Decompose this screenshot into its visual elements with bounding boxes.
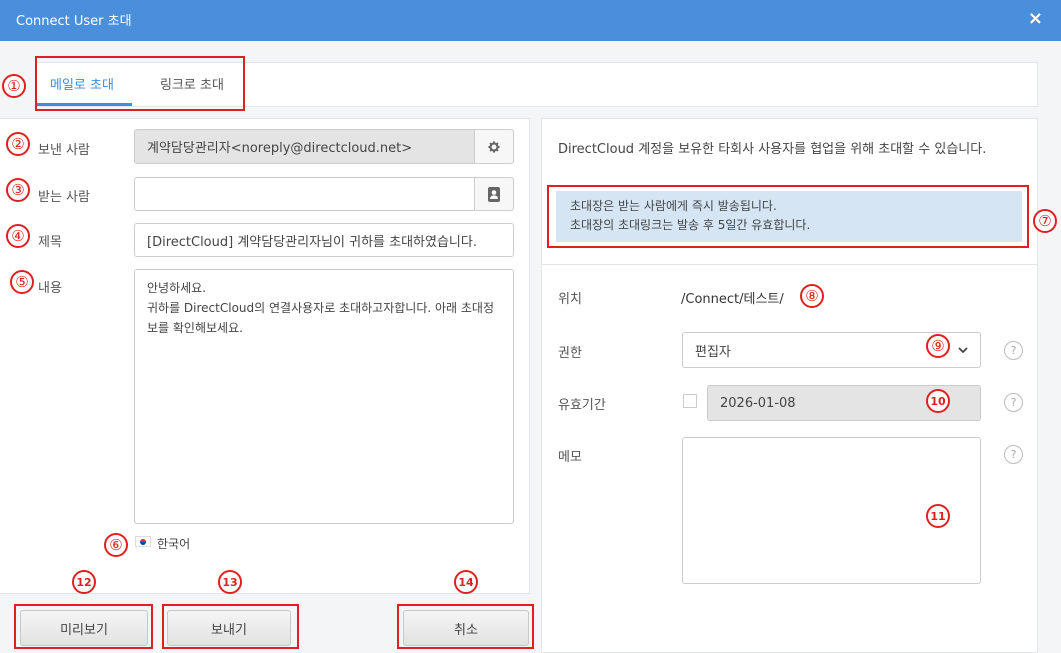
active-tab-indicator [36, 103, 132, 106]
tab-link-invite[interactable]: 링크로 초대 [160, 74, 224, 93]
notice-line-2: 초대장의 초대링크는 발송 후 5일간 유효합니다. [570, 218, 811, 232]
marker-14: 14 [454, 570, 478, 594]
expiry-checkbox[interactable] [683, 394, 697, 408]
dialog-titlebar: Connect User 초대 × [0, 0, 1061, 41]
invite-description: DirectCloud 계정을 보유한 타회사 사용자를 협업을 위해 초대할 … [558, 142, 987, 157]
recipient-input[interactable] [134, 177, 475, 211]
body-textarea[interactable]: 안녕하세요. 귀하를 DirectCloud의 연결사용자로 초대하고자합니다.… [134, 269, 514, 524]
contact-book-icon [488, 186, 500, 202]
marker-8: ⑧ [800, 284, 824, 308]
expiry-help-icon[interactable]: ? [1004, 393, 1023, 412]
sender-label: 보낸 사람 [38, 143, 90, 158]
marker-5: ⑤ [10, 270, 34, 294]
marker-6: ⑥ [104, 533, 128, 557]
tab-mail-invite[interactable]: 메일로 초대 [50, 74, 114, 93]
marker-10: 10 [926, 389, 950, 413]
permission-value: 편집자 [695, 344, 731, 360]
subject-label: 제목 [38, 235, 62, 250]
notice-line-1: 초대장은 받는 사람에게 즉시 발송됩니다. [570, 199, 777, 213]
close-icon[interactable]: × [1028, 8, 1043, 29]
invite-notice: 초대장은 받는 사람에게 즉시 발송됩니다. 초대장의 초대링크는 발송 후 5… [556, 191, 1022, 242]
korea-flag-icon [135, 536, 151, 547]
marker-1: ① [2, 74, 26, 98]
body-label: 내용 [38, 281, 62, 296]
gear-icon [488, 140, 500, 153]
preview-button[interactable]: 미리보기 [20, 610, 148, 646]
marker-7: ⑦ [1033, 209, 1057, 233]
address-book-button[interactable] [474, 177, 514, 211]
memo-help-icon[interactable]: ? [1004, 445, 1023, 464]
send-button[interactable]: 보내기 [167, 610, 291, 646]
marker-12: 12 [72, 570, 96, 594]
sender-settings-button[interactable] [474, 129, 514, 164]
permission-help-icon[interactable]: ? [1004, 341, 1023, 360]
chevron-down-icon [958, 346, 968, 353]
dialog-title: Connect User 초대 [16, 14, 132, 29]
marker-2: ② [6, 132, 30, 156]
memo-label: 메모 [558, 450, 582, 465]
marker-4: ④ [6, 224, 30, 248]
expiry-label: 유효기간 [558, 398, 606, 413]
marker-3: ③ [6, 178, 30, 202]
marker-9: ⑨ [926, 334, 950, 358]
sender-field: 계약담당관리자<noreply@directcloud.net> [134, 129, 475, 164]
marker-11: 11 [926, 504, 950, 528]
subject-input[interactable]: [DirectCloud] 계약담당관리자님이 귀하를 초대하였습니다. [134, 223, 514, 257]
location-value: /Connect/테스트/ [681, 292, 784, 307]
marker-13: 13 [218, 570, 242, 594]
location-label: 위치 [558, 292, 582, 307]
permission-label: 권한 [558, 346, 582, 361]
divider [541, 264, 1038, 265]
recipient-label: 받는 사람 [38, 190, 90, 205]
language-selector[interactable]: 한국어 [157, 535, 190, 552]
cancel-button[interactable]: 취소 [403, 610, 529, 646]
